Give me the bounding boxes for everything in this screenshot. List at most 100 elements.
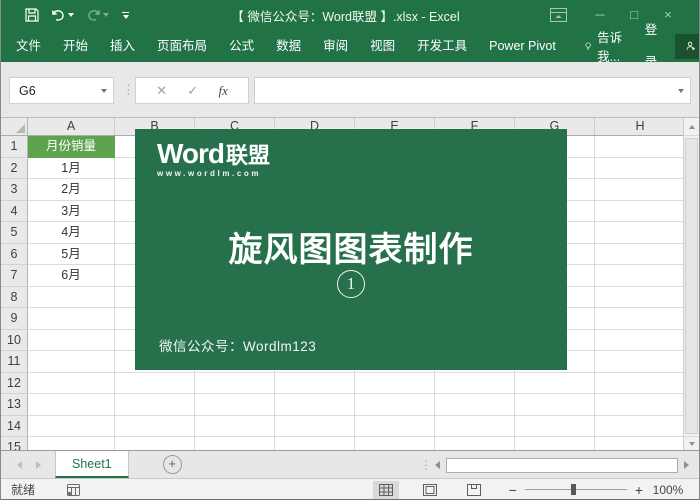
cell-H10[interactable] bbox=[595, 329, 685, 351]
page-layout-view-button[interactable] bbox=[417, 481, 443, 499]
row-header-7[interactable]: 7 bbox=[1, 265, 28, 287]
cell-G15[interactable] bbox=[515, 437, 595, 450]
row-header-3[interactable]: 3 bbox=[1, 179, 28, 201]
cell-F12[interactable] bbox=[435, 372, 515, 394]
cell-H1[interactable] bbox=[595, 136, 685, 158]
vertical-scrollbar-thumb[interactable] bbox=[685, 138, 698, 434]
row-header-14[interactable]: 14 bbox=[1, 415, 28, 437]
normal-view-button[interactable] bbox=[372, 480, 399, 499]
cell-C14[interactable] bbox=[195, 415, 275, 437]
row-header-11[interactable]: 11 bbox=[1, 351, 28, 373]
row-header-13[interactable]: 13 bbox=[1, 394, 28, 416]
horizontal-scrollbar-thumb[interactable] bbox=[446, 457, 678, 473]
row-header-12[interactable]: 12 bbox=[1, 372, 28, 394]
cell-B12[interactable] bbox=[115, 372, 195, 394]
cell-E14[interactable] bbox=[355, 415, 435, 437]
sheet-tab-sheet1[interactable]: Sheet1 bbox=[55, 451, 129, 478]
row-header-2[interactable]: 2 bbox=[1, 157, 28, 179]
cell-E15[interactable] bbox=[355, 437, 435, 450]
cell-A7[interactable]: 6月 bbox=[28, 265, 115, 287]
tab-data[interactable]: 数据 bbox=[265, 30, 312, 62]
page-break-view-button[interactable] bbox=[461, 481, 487, 499]
cell-B15[interactable] bbox=[115, 437, 195, 450]
formula-bar-handle-icon[interactable]: ⋮ bbox=[122, 82, 135, 98]
promo-banner[interactable]: Word联盟 www.wordlm.com 旋风图图表制作 1 微信公众号：Wo… bbox=[135, 129, 567, 370]
ribbon-display-options-icon[interactable] bbox=[550, 8, 567, 22]
cell-B14[interactable] bbox=[115, 415, 195, 437]
cell-A13[interactable] bbox=[28, 394, 115, 416]
cell-D13[interactable] bbox=[275, 394, 355, 416]
cell-F14[interactable] bbox=[435, 415, 515, 437]
next-sheet-icon[interactable] bbox=[36, 460, 41, 469]
zoom-slider[interactable] bbox=[524, 484, 627, 495]
customize-toolbar-icon[interactable] bbox=[121, 11, 129, 19]
cell-A12[interactable] bbox=[28, 372, 115, 394]
cell-A8[interactable] bbox=[28, 286, 115, 308]
row-header-9[interactable]: 9 bbox=[1, 308, 28, 330]
cell-H9[interactable] bbox=[595, 308, 685, 330]
name-box[interactable]: G6 bbox=[9, 77, 114, 104]
name-box-dropdown-icon[interactable] bbox=[95, 78, 113, 103]
cell-D15[interactable] bbox=[275, 437, 355, 450]
minimize-button[interactable]: ─ bbox=[583, 0, 617, 30]
tab-page-layout[interactable]: 页面布局 bbox=[146, 30, 218, 62]
cell-A11[interactable] bbox=[28, 351, 115, 373]
cell-H7[interactable] bbox=[595, 265, 685, 287]
cell-H11[interactable] bbox=[595, 351, 685, 373]
cell-C15[interactable] bbox=[195, 437, 275, 450]
cell-A4[interactable]: 3月 bbox=[28, 200, 115, 222]
cell-A14[interactable] bbox=[28, 415, 115, 437]
prev-sheet-icon[interactable] bbox=[17, 460, 22, 469]
cell-G12[interactable] bbox=[515, 372, 595, 394]
zoom-out-button[interactable]: − bbox=[505, 482, 521, 498]
cell-G14[interactable] bbox=[515, 415, 595, 437]
save-icon[interactable] bbox=[25, 8, 39, 22]
zoom-slider-thumb[interactable] bbox=[570, 484, 576, 495]
cell-C13[interactable] bbox=[195, 394, 275, 416]
cancel-icon[interactable]: ✕ bbox=[156, 83, 167, 99]
column-header-A[interactable]: A bbox=[28, 118, 115, 135]
row-header-1[interactable]: 1 bbox=[1, 136, 28, 158]
cell-H6[interactable] bbox=[595, 243, 685, 265]
horizontal-scrollbar[interactable] bbox=[435, 457, 689, 473]
insert-function-icon[interactable]: fx bbox=[218, 83, 227, 99]
tab-developer[interactable]: 开发工具 bbox=[406, 30, 478, 62]
tab-insert[interactable]: 插入 bbox=[99, 30, 146, 62]
row-header-4[interactable]: 4 bbox=[1, 200, 28, 222]
scroll-right-icon[interactable] bbox=[684, 461, 689, 469]
cell-A9[interactable] bbox=[28, 308, 115, 330]
zoom-level[interactable]: 100% bbox=[647, 483, 699, 497]
cell-D12[interactable] bbox=[275, 372, 355, 394]
cell-G13[interactable] bbox=[515, 394, 595, 416]
add-sheet-button[interactable]: + bbox=[162, 455, 182, 474]
cell-A15[interactable] bbox=[28, 437, 115, 450]
tab-review[interactable]: 审阅 bbox=[312, 30, 359, 62]
cell-H15[interactable] bbox=[595, 437, 685, 450]
cell-H2[interactable] bbox=[595, 157, 685, 179]
cell-A5[interactable]: 4月 bbox=[28, 222, 115, 244]
formula-input[interactable] bbox=[254, 77, 691, 104]
formula-expand-icon[interactable] bbox=[678, 88, 684, 93]
cell-A6[interactable]: 5月 bbox=[28, 243, 115, 265]
undo-button[interactable] bbox=[51, 9, 74, 22]
cell-H4[interactable] bbox=[595, 200, 685, 222]
cell-A1[interactable]: 月份销量 bbox=[28, 136, 115, 158]
cell-F15[interactable] bbox=[435, 437, 515, 450]
cell-A2[interactable]: 1月 bbox=[28, 157, 115, 179]
row-header-10[interactable]: 10 bbox=[1, 329, 28, 351]
cell-E13[interactable] bbox=[355, 394, 435, 416]
tab-home[interactable]: 开始 bbox=[52, 30, 99, 62]
cell-H3[interactable] bbox=[595, 179, 685, 201]
row-header-5[interactable]: 5 bbox=[1, 222, 28, 244]
cell-H8[interactable] bbox=[595, 286, 685, 308]
scroll-up-icon[interactable] bbox=[684, 118, 699, 136]
cell-C12[interactable] bbox=[195, 372, 275, 394]
cell-A10[interactable] bbox=[28, 329, 115, 351]
redo-button[interactable] bbox=[86, 9, 109, 22]
cell-E12[interactable] bbox=[355, 372, 435, 394]
tab-power-pivot[interactable]: Power Pivot bbox=[478, 30, 567, 62]
tab-formulas[interactable]: 公式 bbox=[218, 30, 265, 62]
zoom-in-button[interactable]: + bbox=[631, 482, 647, 498]
sheetbar-handle-icon[interactable]: ⋮ bbox=[420, 458, 432, 472]
share-button[interactable]: 共享 bbox=[675, 33, 699, 59]
